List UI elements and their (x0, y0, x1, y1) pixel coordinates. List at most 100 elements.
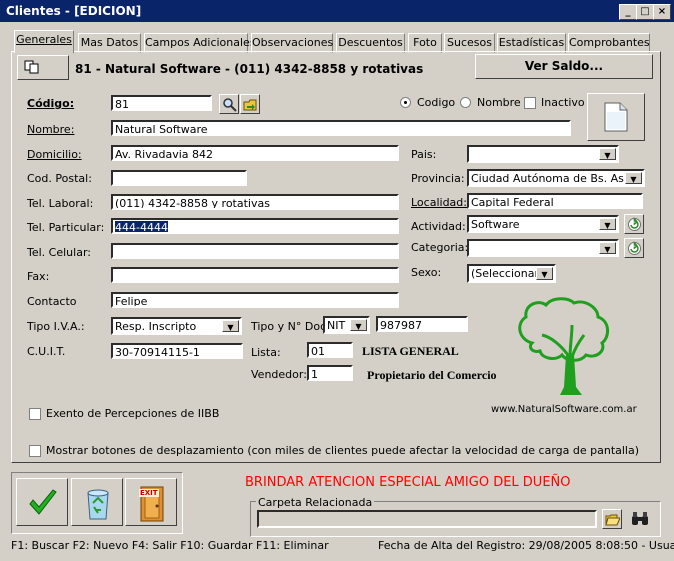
cuit-label: C.U.I.T. (27, 345, 66, 358)
provincia-select[interactable]: Ciudad Autónoma de Bs. As. ▼ (467, 169, 645, 187)
sexo-label: Sexo: (411, 266, 442, 279)
open-folder-button[interactable] (602, 509, 622, 529)
dropdown-arrow-icon: ▼ (222, 320, 239, 332)
search-button[interactable] (219, 94, 239, 114)
dropdown-arrow-icon: ▼ (599, 242, 616, 254)
maximize-button[interactable]: □ (636, 4, 654, 20)
open-folder-icon (605, 514, 620, 526)
localidad-input[interactable]: Capital Federal (467, 193, 643, 209)
tel-celular-input[interactable] (111, 243, 399, 259)
vendedor-label: Vendedor: (251, 368, 307, 381)
codigo-input[interactable]: 81 (111, 95, 212, 111)
categoria-label: Categoria: (411, 241, 469, 254)
refresh-icon (628, 241, 641, 255)
contacto-label: Contacto (27, 295, 77, 308)
tree-logo (518, 297, 609, 395)
client-summary: 81 - Natural Software - (011) 4342-8858 … (75, 62, 424, 76)
dropdown-arrow-icon: ▼ (350, 319, 367, 331)
dropdown-arrow-icon: ▼ (599, 218, 616, 230)
ver-saldo-button[interactable]: Ver Saldo... (475, 54, 653, 79)
mostrar-checkbox[interactable] (29, 445, 41, 457)
actividad-label: Actividad: (411, 220, 466, 233)
provincia-label: Provincia: (411, 172, 465, 185)
pais-select[interactable]: ▼ (467, 145, 619, 163)
actividad-select[interactable]: Software ▼ (467, 215, 619, 233)
fax-label: Fax: (27, 270, 50, 283)
cod-postal-input[interactable] (111, 170, 247, 186)
save-button[interactable] (16, 478, 68, 526)
categoria-select[interactable]: ▼ (467, 239, 619, 257)
tab-campos-adicionales[interactable]: Campos Adicionales (144, 33, 256, 53)
lista-label: Lista: (251, 346, 281, 359)
sexo-select[interactable]: (Seleccionar) ▼ (467, 264, 556, 283)
fax-input[interactable] (111, 267, 399, 283)
minimize-button[interactable]: _ (619, 4, 637, 20)
nombre-radio-label: Nombre (477, 96, 521, 109)
actividad-refresh-button[interactable] (624, 214, 644, 234)
cod-postal-label: Cod. Postal: (27, 172, 92, 185)
record-info-status: Fecha de Alta del Registro: 29/08/2005 8… (378, 539, 674, 552)
window-title: Clientes - [EDICION] (6, 4, 142, 18)
doc-number-input[interactable]: 987987 (376, 316, 468, 332)
tab-estadisticas[interactable]: Estadísticas (497, 33, 566, 53)
tab-comprobantes[interactable]: Comprobantes (568, 33, 650, 53)
tel-particular-input[interactable]: 444-4444 (111, 218, 399, 234)
lista-input[interactable]: 01 (307, 342, 353, 358)
inactivo-label: Inactivo (541, 96, 585, 109)
tipo-iva-select[interactable]: Resp. Inscripto ▼ (111, 317, 242, 335)
special-notice: BRINDAR ATENCION ESPECIAL AMIGO DEL DUEÑ… (245, 475, 571, 490)
copy-icon (24, 60, 39, 74)
tel-laboral-input[interactable]: (011) 4342-8858 y rotativas (111, 194, 399, 210)
exento-label: Exento de Percepciones de IIBB (46, 407, 220, 420)
tab-sucesos[interactable]: Sucesos (444, 33, 495, 53)
tab-observaciones[interactable]: Observaciones (251, 33, 333, 53)
tab-generales[interactable]: Generales (14, 30, 74, 53)
exit-button[interactable]: EXIT (125, 478, 177, 526)
delete-button[interactable] (71, 478, 123, 526)
dropdown-arrow-icon: ▼ (625, 172, 642, 184)
tab-mas-datos[interactable]: Mas Datos (78, 33, 141, 53)
vendedor-name: Propietario del Comercio (367, 368, 497, 382)
cuit-input[interactable]: 30-70914115-1 (111, 343, 243, 359)
tipo-iva-label: Tipo I.V.A.: (27, 320, 85, 333)
search-icon (223, 98, 237, 112)
open-button[interactable] (240, 94, 260, 114)
tel-particular-label: Tel. Particular: (27, 221, 105, 234)
find-button[interactable] (629, 509, 653, 529)
nombre-input[interactable]: Natural Software (111, 120, 571, 136)
shortcuts-status: F1: Buscar F2: Nuevo F4: Salir F10: Guar… (11, 539, 329, 552)
carpeta-label: Carpeta Relacionada (256, 496, 375, 509)
tipo-doc-label: Tipo y N° Doc (251, 320, 327, 333)
checkmark-icon (29, 489, 57, 515)
pais-label: Pais: (411, 148, 437, 161)
tel-celular-label: Tel. Celular: (27, 246, 91, 259)
refresh-icon (628, 217, 641, 231)
exento-checkbox[interactable] (29, 408, 41, 420)
nombre-radio[interactable] (460, 97, 471, 108)
title-bar: Clientes - [EDICION] _ □ × (0, 0, 674, 22)
document-icon (604, 102, 628, 132)
localidad-label: Localidad: (411, 196, 467, 209)
tab-foto[interactable]: Foto (408, 33, 442, 53)
recycle-bin-icon (87, 489, 109, 520)
close-button[interactable]: × (653, 4, 671, 20)
tel-laboral-label: Tel. Laboral: (27, 197, 94, 210)
lista-name: LISTA GENERAL (362, 344, 459, 358)
inactivo-checkbox[interactable] (524, 97, 536, 109)
categoria-refresh-button[interactable] (624, 238, 644, 258)
exit-sign: EXIT (139, 489, 159, 497)
domicilio-label: Domicilio: (27, 148, 82, 161)
tab-descuentos[interactable]: Descuentos (336, 33, 405, 53)
carpeta-input[interactable] (257, 510, 597, 528)
dropdown-arrow-icon: ▼ (536, 267, 553, 280)
tipo-doc-select[interactable]: NIT ▼ (323, 316, 370, 334)
vendedor-input[interactable]: 1 (307, 365, 353, 381)
folder-arrow-icon (243, 99, 257, 111)
domicilio-input[interactable]: Av. Rivadavia 842 (111, 145, 399, 161)
codigo-radio[interactable] (400, 97, 411, 108)
copy-button[interactable] (17, 55, 69, 80)
new-document-button[interactable] (587, 93, 645, 141)
contacto-input[interactable]: Felipe (111, 292, 399, 308)
codigo-radio-label: Codigo (417, 96, 456, 109)
dropdown-arrow-icon: ▼ (599, 148, 616, 160)
